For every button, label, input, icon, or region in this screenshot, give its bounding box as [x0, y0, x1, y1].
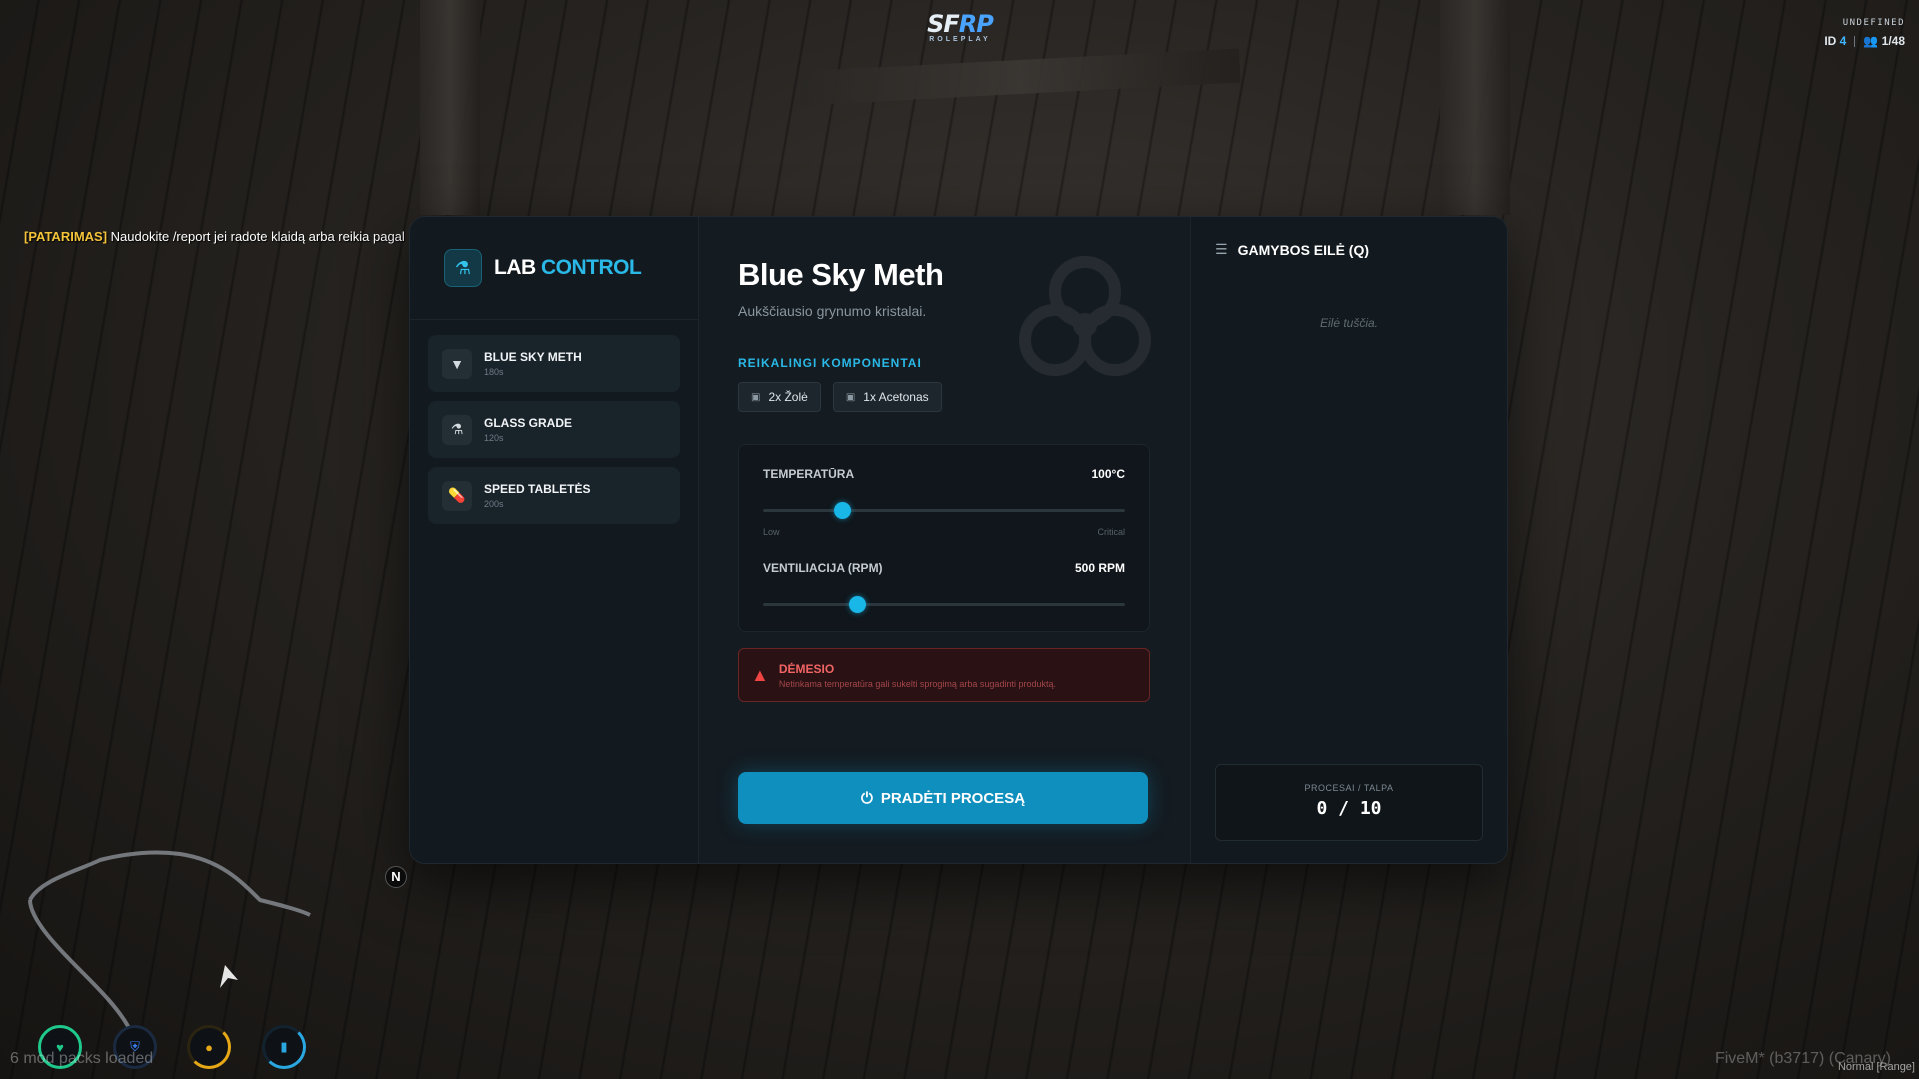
player-info: UNDEFINED ID 4 👥 1/48	[1824, 18, 1905, 48]
warning-box: ▲ DĖMESIO Netinkama temperatūra gali suk…	[738, 648, 1150, 702]
crystals-icon: ▼	[442, 348, 472, 379]
ventilation-label: VENTILIACIJA (RPM)	[763, 561, 883, 575]
box-icon: ▣	[751, 391, 761, 403]
start-button-label: PRADĖTI PROCESĄ	[880, 789, 1026, 807]
recipe-list: ▼ BLUE SKY METH 180s ⚗ GLASS GRADE 120s 💊 …	[410, 320, 698, 539]
hunger-indicator: ●	[187, 1025, 231, 1069]
range-low-label: Low	[763, 527, 780, 537]
panel-title: LAB CONTROL	[494, 256, 642, 280]
component-text: 2x Žolė	[768, 390, 808, 404]
lab-control-panel: ⚗ LAB CONTROL ▼ BLUE SKY METH 180s ⚗ GLAS…	[409, 216, 1508, 864]
recipe-details: Blue Sky Meth Aukščiausio grynumo krista…	[699, 217, 1191, 863]
product-title: Blue Sky Meth	[738, 257, 944, 292]
mod-packs-text: 6 mod packs loaded	[10, 1050, 154, 1067]
component-chip: ▣ 1x Acetonas	[832, 382, 942, 412]
player-count: 👥 1/48	[1863, 34, 1905, 48]
flask-icon: ⚗	[444, 249, 482, 287]
recipe-name: GLASS GRADE	[484, 416, 573, 430]
id-label: ID	[1824, 34, 1837, 48]
component-text: 1x Acetonas	[863, 390, 929, 404]
capacity-label: PROCESAI / TALPA	[1304, 783, 1394, 793]
ventilation-slider[interactable]	[763, 596, 1125, 613]
pills-icon: 💊	[442, 480, 472, 511]
warning-icon: ▲	[751, 664, 769, 685]
recipe-item-blue-sky-meth[interactable]: ▼ BLUE SKY METH 180s	[428, 335, 680, 392]
title-accent: CONTROL	[541, 256, 642, 279]
warning-title: DĖMESIO	[778, 661, 835, 676]
temperature-slider[interactable]	[763, 502, 1125, 519]
ventilation-value: 500 RPM	[1074, 561, 1125, 575]
users-icon: 👥	[1863, 34, 1879, 48]
divider	[1854, 35, 1856, 47]
temperature-label: TEMPERATŪRA	[763, 467, 855, 481]
logo-sub: ROLEPLAY	[929, 36, 991, 43]
logo-main: SF	[927, 10, 960, 38]
temperature-value: 100°C	[1091, 467, 1126, 481]
queue-title: GAMYBOS EILĖ (Q)	[1237, 241, 1370, 258]
id-value: 4	[1839, 34, 1847, 48]
recipe-item-speed-tabletes[interactable]: 💊 SPEED TABLETĖS 200s	[428, 467, 680, 524]
product-description: Aukščiausio grynumo kristalai.	[738, 303, 927, 319]
recipe-time: 180s	[484, 367, 504, 377]
process-controls: TEMPERATŪRA 100°C Low Critical VENTILIAC…	[738, 444, 1150, 632]
voice-range-text: Normal [Range]	[1837, 1061, 1915, 1073]
sidebar: ⚗ LAB CONTROL ▼ BLUE SKY METH 180s ⚗ GLAS…	[410, 217, 699, 863]
range-high-label: Critical	[1097, 527, 1125, 537]
chat-tag: [PATARIMAS]	[24, 229, 108, 244]
list-icon: ☰	[1215, 241, 1228, 257]
logo-accent: RP	[958, 10, 994, 38]
start-process-button[interactable]: ⏻ PRADĖTI PROCESĄ	[738, 772, 1148, 824]
minimap	[28, 850, 311, 1031]
recipe-name: SPEED TABLETĖS	[484, 482, 591, 496]
recipe-item-glass-grade[interactable]: ⚗ GLASS GRADE 120s	[428, 401, 680, 458]
chat-text: Naudokite /report jei radote klaidą arba…	[110, 229, 405, 244]
player-arrow-icon	[220, 965, 238, 988]
warning-text: Netinkama temperatūra gali sukelti sprog…	[778, 678, 1056, 689]
server-logo: SFRP ROLEPLAY	[920, 10, 1000, 43]
flask-icon: ⚗	[442, 414, 472, 445]
title-main: LAB	[494, 256, 536, 279]
status-label: UNDEFINED	[1842, 18, 1905, 28]
recipe-time: 120s	[484, 433, 504, 443]
capacity-value: 0 / 10	[1316, 798, 1382, 819]
id-display: ID 4	[1824, 34, 1846, 48]
background-post	[1440, 0, 1510, 215]
player-count-value: 1/48	[1881, 34, 1905, 48]
temperature-slider-knob[interactable]	[834, 502, 852, 519]
capacity-box: PROCESAI / TALPA 0 / 10	[1215, 764, 1483, 841]
production-queue: ☰ GAMYBOS EILĖ (Q) Eilė tuščia. PROCESAI…	[1191, 217, 1507, 863]
ventilation-slider-knob[interactable]	[848, 596, 866, 613]
component-chip: ▣ 2x Žolė	[738, 382, 821, 412]
chat-message: [PATARIMAS] Naudokite /report jei radote…	[24, 229, 412, 244]
power-icon: ⏻	[860, 789, 873, 807]
thirst-indicator: ▮	[262, 1025, 306, 1069]
background-beam	[799, 48, 1241, 106]
sidebar-header: ⚗ LAB CONTROL	[410, 217, 698, 320]
queue-empty-text: Eilė tuščia.	[1319, 316, 1379, 330]
box-icon: ▣	[845, 391, 856, 403]
background-post	[420, 0, 480, 215]
recipe-time: 200s	[484, 499, 504, 509]
recipe-name: BLUE SKY METH	[484, 350, 582, 364]
compass-north: N	[385, 866, 407, 888]
